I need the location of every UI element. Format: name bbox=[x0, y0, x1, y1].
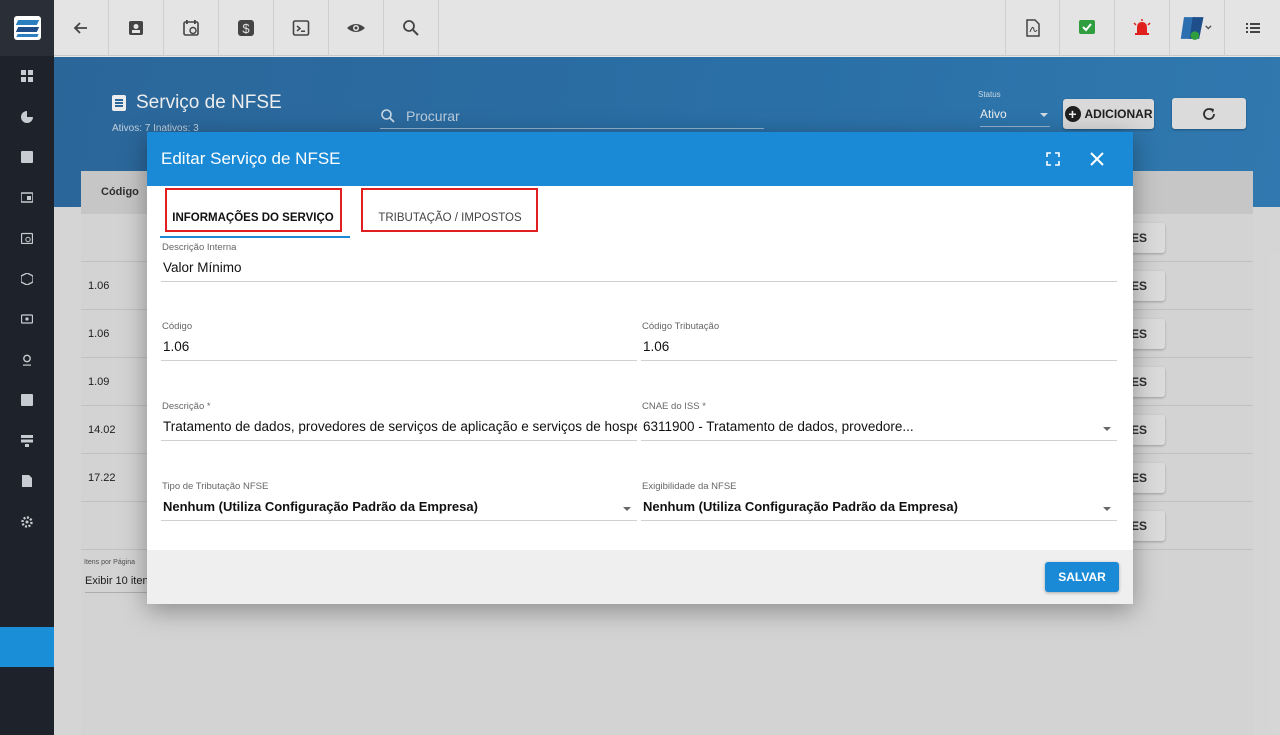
edit-service-dialog: Editar Serviço de NFSE INFORMAÇÕES DO SE… bbox=[147, 132, 1133, 604]
menu-list-icon[interactable] bbox=[1225, 0, 1280, 56]
alarm-icon[interactable] bbox=[1115, 0, 1170, 56]
chevron-down-icon bbox=[1103, 427, 1111, 431]
logo-mark bbox=[13, 16, 41, 40]
location-pin-icon[interactable] bbox=[0, 340, 54, 381]
save-button[interactable]: SALVAR bbox=[1045, 562, 1119, 592]
dialog-footer: SALVAR bbox=[147, 550, 1133, 604]
check-icon[interactable] bbox=[1060, 0, 1115, 56]
fullscreen-icon[interactable] bbox=[1042, 148, 1064, 170]
app-logo[interactable] bbox=[0, 0, 54, 56]
user-avatar-icon[interactable] bbox=[1170, 0, 1225, 56]
server-icon[interactable] bbox=[0, 421, 54, 462]
active-tab-indicator bbox=[160, 236, 350, 238]
dashboard-icon[interactable] bbox=[0, 56, 54, 97]
tax-code-field[interactable]: Código Tributação 1.06 bbox=[641, 321, 1117, 361]
field-value: 6311900 - Tratamento de dados, provedore… bbox=[643, 419, 914, 434]
close-icon[interactable] bbox=[1086, 148, 1108, 170]
field-value: Tratamento de dados, provedores de servi… bbox=[163, 419, 637, 434]
field-label: Tipo de Tributação NFSE bbox=[162, 481, 269, 492]
svg-text:$: $ bbox=[242, 21, 250, 36]
description-field[interactable]: Descrição * Tratamento de dados, provedo… bbox=[161, 401, 637, 441]
dollar-icon[interactable]: $ bbox=[219, 0, 274, 56]
internal-description-field[interactable]: Descrição Interna Valor Mínimo bbox=[161, 242, 1117, 282]
chevron-down-icon bbox=[623, 507, 631, 511]
field-label: Código bbox=[162, 321, 193, 332]
field-label: Código Tributação bbox=[642, 321, 720, 332]
field-label: Descrição Interna bbox=[162, 242, 237, 253]
enforceability-select[interactable]: Exigibilidade da NFSE Nenhum (Utiliza Co… bbox=[641, 481, 1117, 521]
field-value: Nenhum (Utiliza Configuração Padrão da E… bbox=[163, 499, 478, 514]
settings-icon[interactable] bbox=[0, 502, 54, 543]
sidebar-active-item[interactable] bbox=[0, 627, 54, 667]
cnae-select[interactable]: CNAE do ISS * 6311900 - Tratamento de da… bbox=[641, 401, 1117, 441]
back-arrow-icon[interactable] bbox=[54, 0, 109, 56]
field-label: Exigibilidade da NFSE bbox=[642, 481, 737, 492]
field-label: CNAE do ISS * bbox=[642, 401, 706, 412]
package-icon[interactable] bbox=[0, 259, 54, 300]
code-field[interactable]: Código 1.06 bbox=[161, 321, 637, 361]
search-icon[interactable] bbox=[384, 0, 439, 56]
field-value: Valor Mínimo bbox=[163, 260, 242, 275]
terminal-icon[interactable] bbox=[274, 0, 329, 56]
document-icon[interactable] bbox=[0, 461, 54, 502]
highlight-box bbox=[165, 188, 342, 232]
dialog-title: Editar Serviço de NFSE bbox=[161, 149, 341, 168]
sidebar bbox=[0, 0, 54, 735]
calendar-clock-icon[interactable] bbox=[0, 218, 54, 259]
contact-icon[interactable] bbox=[109, 0, 164, 56]
dialog-header: Editar Serviço de NFSE bbox=[147, 132, 1133, 186]
chevron-down-icon bbox=[1103, 507, 1111, 511]
contact-card-icon[interactable] bbox=[0, 137, 54, 178]
top-toolbar: $ bbox=[54, 0, 1280, 56]
pie-chart-icon[interactable] bbox=[0, 97, 54, 138]
highlight-box bbox=[361, 188, 538, 232]
field-value: 1.06 bbox=[643, 339, 670, 354]
eye-icon[interactable] bbox=[329, 0, 384, 56]
field-label: Descrição * bbox=[162, 401, 211, 412]
money-icon[interactable] bbox=[0, 299, 54, 340]
field-value: Nenhum (Utiliza Configuração Padrão da E… bbox=[643, 499, 958, 514]
calendar-clock-icon[interactable] bbox=[164, 0, 219, 56]
monitor-icon[interactable] bbox=[0, 178, 54, 219]
taxation-type-select[interactable]: Tipo de Tributação NFSE Nenhum (Utiliza … bbox=[161, 481, 637, 521]
field-value: 1.06 bbox=[163, 339, 190, 354]
list-icon[interactable] bbox=[0, 380, 54, 421]
pdf-icon[interactable] bbox=[1005, 0, 1060, 56]
